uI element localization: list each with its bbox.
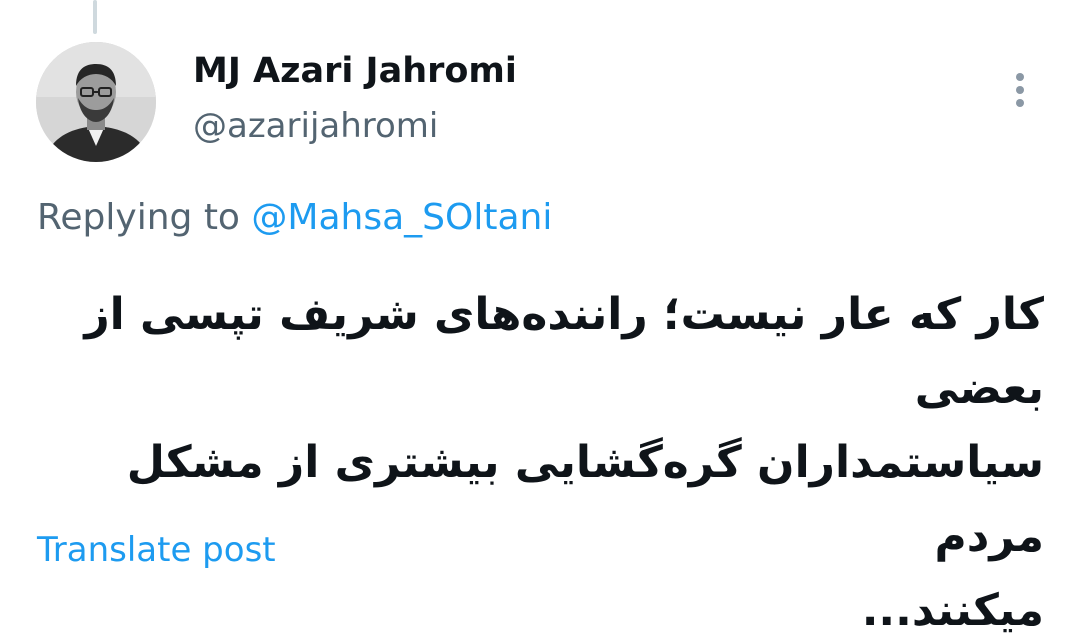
replying-to-mention-link[interactable]: @Mahsa_SOltani bbox=[251, 197, 552, 238]
translate-post-link[interactable]: Translate post bbox=[37, 530, 276, 570]
author-handle[interactable]: @azarijahromi bbox=[193, 106, 438, 146]
author-name[interactable]: MJ Azari Jahromi bbox=[193, 51, 517, 91]
avatar-photo-icon bbox=[36, 42, 156, 162]
tweet-post: MJ Azari Jahromi @azarijahromi Replying … bbox=[0, 0, 1080, 638]
post-text-line: میکنند... bbox=[861, 585, 1044, 636]
thread-connector-line bbox=[93, 0, 97, 34]
more-vertical-icon[interactable] bbox=[1004, 70, 1036, 114]
post-text-line: کار که عار نیست؛ راننده‌های شریف تپسی از… bbox=[84, 289, 1044, 414]
replying-to-prefix: Replying to bbox=[37, 197, 240, 238]
post-body-text: کار که عار نیست؛ راننده‌های شریف تپسی از… bbox=[44, 278, 1044, 638]
replying-to-line: Replying to @Mahsa_SOltani bbox=[37, 197, 552, 238]
author-avatar[interactable] bbox=[36, 42, 156, 162]
